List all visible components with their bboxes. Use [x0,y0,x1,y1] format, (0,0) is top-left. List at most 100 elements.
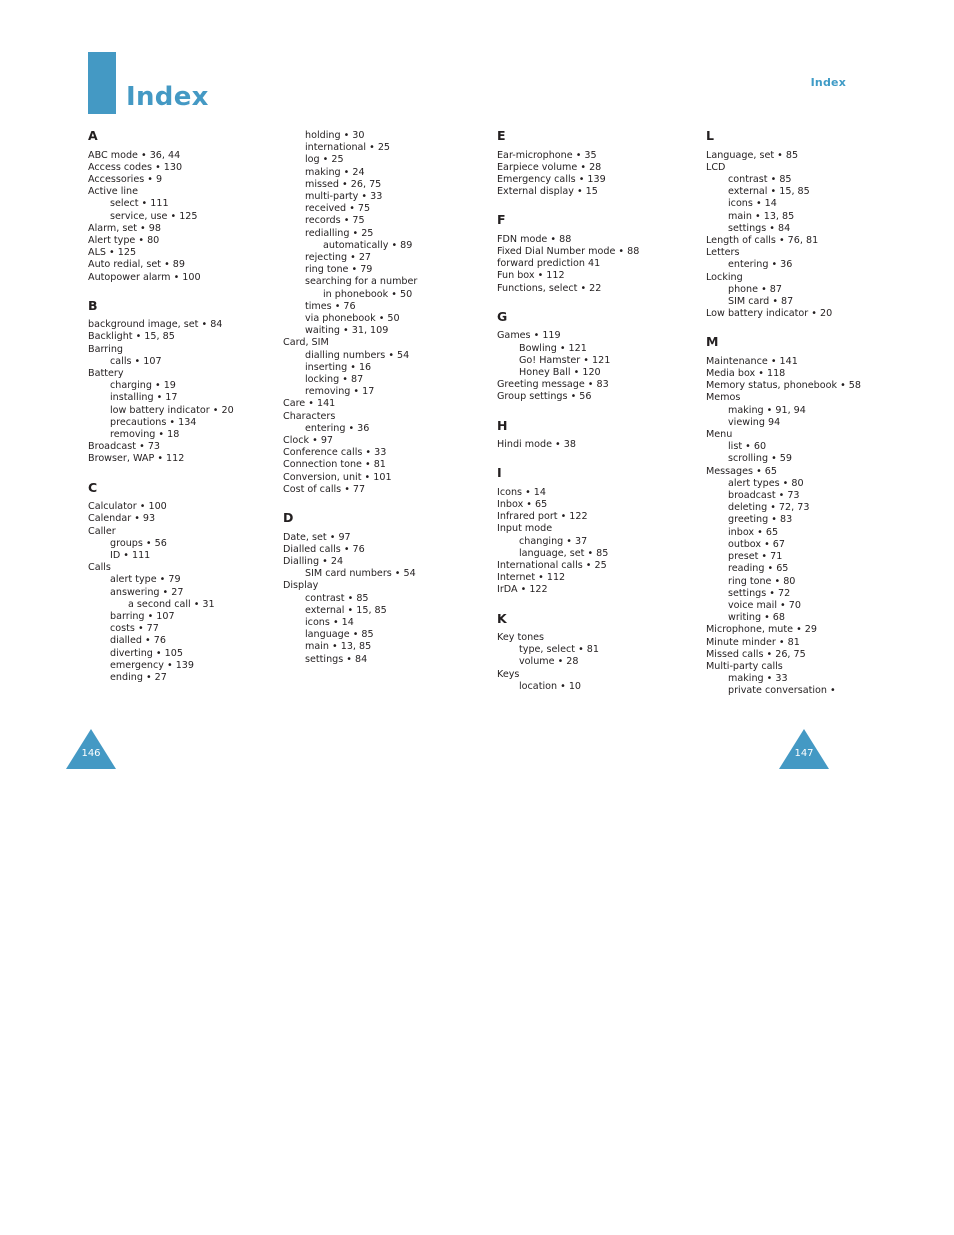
index-entry[interactable]: Alert type • 80 [88,235,251,247]
index-entry[interactable]: Messages • 65 [706,466,869,478]
index-entry[interactable]: volume • 28 [497,656,660,668]
index-entry[interactable]: background image, set • 84 [88,319,251,331]
index-entry[interactable]: Battery [88,368,251,380]
index-entry[interactable]: waiting • 31, 109 [283,325,446,337]
index-entry[interactable]: Greeting message • 83 [497,379,660,391]
index-entry[interactable]: settings • 72 [706,588,869,600]
index-entry[interactable]: making • 24 [283,167,446,179]
index-entry[interactable]: contrast • 85 [283,593,446,605]
index-entry[interactable]: Date, set • 97 [283,532,446,544]
index-entry[interactable]: searching for a number [283,276,446,288]
index-entry[interactable]: locking • 87 [283,374,446,386]
index-entry[interactable]: Cost of calls • 77 [283,484,446,496]
index-entry[interactable]: in phonebook • 50 [283,289,446,301]
index-entry[interactable]: Bowling • 121 [497,343,660,355]
index-entry[interactable]: select • 111 [88,198,251,210]
index-entry[interactable]: LCD [706,162,869,174]
index-entry[interactable]: holding • 30 [283,130,446,142]
index-entry[interactable]: Conference calls • 33 [283,447,446,459]
index-entry[interactable]: viewing 94 [706,417,869,429]
index-entry[interactable]: log • 25 [283,154,446,166]
index-entry[interactable]: Browser, WAP • 112 [88,453,251,465]
index-entry[interactable]: a second call • 31 [88,599,251,611]
index-entry[interactable]: Infrared port • 122 [497,511,660,523]
index-entry[interactable]: writing • 68 [706,612,869,624]
index-entry[interactable]: received • 75 [283,203,446,215]
index-entry[interactable]: Clock • 97 [283,435,446,447]
index-entry[interactable]: outbox • 67 [706,539,869,551]
index-entry[interactable]: Characters [283,411,446,423]
index-entry[interactable]: external • 15, 85 [283,605,446,617]
index-entry[interactable]: ALS • 125 [88,247,251,259]
index-entry[interactable]: Locking [706,272,869,284]
index-entry[interactable]: alert type • 79 [88,574,251,586]
index-entry[interactable]: alert types • 80 [706,478,869,490]
index-entry[interactable]: deleting • 72, 73 [706,502,869,514]
index-entry[interactable]: Broadcast • 73 [88,441,251,453]
index-entry[interactable]: installing • 17 [88,392,251,404]
index-entry[interactable]: Group settings • 56 [497,391,660,403]
index-entry[interactable]: scrolling • 59 [706,453,869,465]
index-entry[interactable]: Active line [88,186,251,198]
index-entry[interactable]: SIM card numbers • 54 [283,568,446,580]
index-entry[interactable]: entering • 36 [706,259,869,271]
index-entry[interactable]: Auto redial, set • 89 [88,259,251,271]
index-entry[interactable]: voice mail • 70 [706,600,869,612]
index-entry[interactable]: Calendar • 93 [88,513,251,525]
index-entry[interactable]: answering • 27 [88,587,251,599]
index-entry[interactable]: Games • 119 [497,330,660,342]
index-entry[interactable]: Autopower alarm • 100 [88,272,251,284]
index-entry[interactable]: greeting • 83 [706,514,869,526]
index-entry[interactable]: reading • 65 [706,563,869,575]
index-entry[interactable]: main • 13, 85 [706,211,869,223]
index-entry[interactable]: Accessories • 9 [88,174,251,186]
index-entry[interactable]: Key tones [497,632,660,644]
index-entry[interactable]: Card, SIM [283,337,446,349]
index-entry[interactable]: Honey Ball • 120 [497,367,660,379]
index-entry[interactable]: Menu [706,429,869,441]
index-entry[interactable]: icons • 14 [283,617,446,629]
index-entry[interactable]: missed • 26, 75 [283,179,446,191]
index-entry[interactable]: contrast • 85 [706,174,869,186]
index-entry[interactable]: diverting • 105 [88,648,251,660]
index-entry[interactable]: Icons • 14 [497,487,660,499]
index-entry[interactable]: Caller [88,526,251,538]
index-entry[interactable]: Connection tone • 81 [283,459,446,471]
index-entry[interactable]: service, use • 125 [88,211,251,223]
index-entry[interactable]: Minute minder • 81 [706,637,869,649]
index-entry[interactable]: changing • 37 [497,536,660,548]
index-entry[interactable]: Barring [88,344,251,356]
index-entry[interactable]: ring tone • 79 [283,264,446,276]
index-entry[interactable]: costs • 77 [88,623,251,635]
index-entry[interactable]: phone • 87 [706,284,869,296]
index-entry[interactable]: Memory status, phonebook • 58 [706,380,869,392]
index-entry[interactable]: Display [283,580,446,592]
index-entry[interactable]: via phonebook • 50 [283,313,446,325]
index-entry[interactable]: icons • 14 [706,198,869,210]
index-entry[interactable]: Memos [706,392,869,404]
index-entry[interactable]: precautions • 134 [88,417,251,429]
index-entry[interactable]: ending • 27 [88,672,251,684]
index-entry[interactable]: ring tone • 80 [706,576,869,588]
index-entry[interactable]: calls • 107 [88,356,251,368]
index-entry[interactable]: dialled • 76 [88,635,251,647]
index-entry[interactable]: Missed calls • 26, 75 [706,649,869,661]
index-entry[interactable]: Multi-party calls [706,661,869,673]
index-entry[interactable]: Low battery indicator • 20 [706,308,869,320]
index-entry[interactable]: location • 10 [497,681,660,693]
index-entry[interactable]: Language, set • 85 [706,150,869,162]
index-entry[interactable]: Dialling • 24 [283,556,446,568]
index-entry[interactable]: language, set • 85 [497,548,660,560]
index-entry[interactable]: barring • 107 [88,611,251,623]
index-entry[interactable]: low battery indicator • 20 [88,405,251,417]
index-entry[interactable]: Functions, select • 22 [497,283,660,295]
index-entry[interactable]: Care • 141 [283,398,446,410]
index-entry[interactable]: ID • 111 [88,550,251,562]
index-entry[interactable]: rejecting • 27 [283,252,446,264]
index-entry[interactable]: emergency • 139 [88,660,251,672]
index-entry[interactable]: forward prediction 41 [497,258,660,270]
index-entry[interactable]: Media box • 118 [706,368,869,380]
index-entry[interactable]: Keys [497,669,660,681]
index-entry[interactable]: type, select • 81 [497,644,660,656]
index-entry[interactable]: main • 13, 85 [283,641,446,653]
